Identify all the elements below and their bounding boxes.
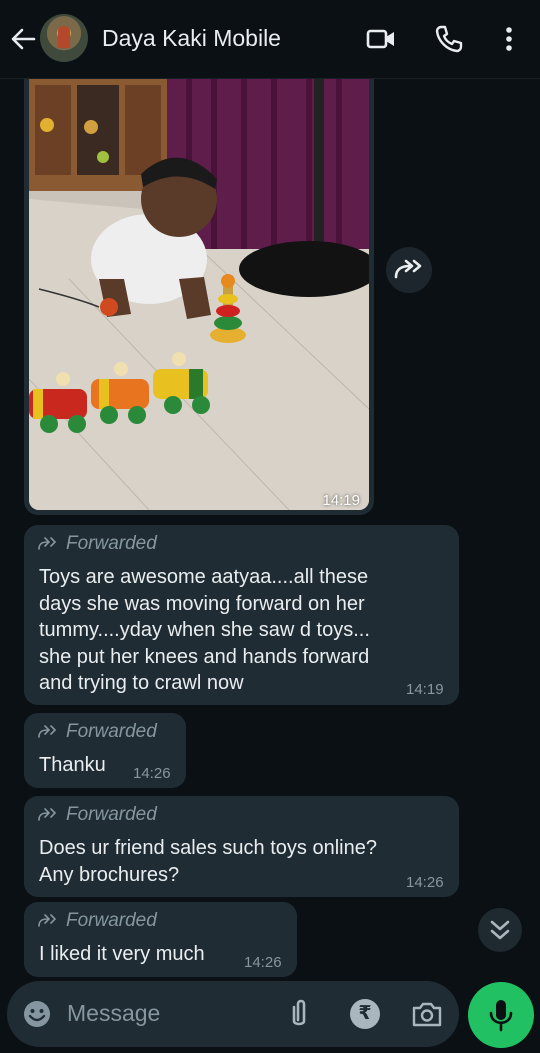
forwarded-icon — [38, 725, 57, 738]
message-time: 14:19 — [406, 681, 444, 698]
message-input[interactable]: Message — [67, 1000, 160, 1027]
emoji-icon[interactable] — [21, 998, 53, 1030]
contact-name[interactable]: Daya Kaki Mobile — [102, 25, 281, 52]
message-time: 14:19 — [322, 492, 360, 509]
arrow-left-icon[interactable] — [8, 24, 38, 54]
mic-icon — [489, 1000, 513, 1032]
forwarded-label: Forwarded — [38, 533, 157, 555]
forwarded-label: Forwarded — [38, 910, 157, 932]
phone-icon[interactable] — [432, 22, 466, 56]
message-text: Thanku — [39, 754, 106, 776]
scroll-to-bottom-button[interactable] — [478, 908, 522, 952]
forwarded-label: Forwarded — [38, 721, 157, 743]
camera-icon[interactable] — [410, 998, 444, 1030]
chat-area[interactable]: 14:19 Forwarded Toys are awesome aatyaa.… — [0, 79, 540, 979]
chat-header: Daya Kaki Mobile — [0, 0, 540, 79]
forwarded-label: Forwarded — [38, 804, 157, 826]
rupee-icon[interactable]: ₹ — [350, 999, 380, 1029]
mic-button[interactable] — [468, 982, 534, 1048]
message-time: 14:26 — [133, 765, 171, 782]
forwarded-icon — [38, 808, 57, 821]
image-message[interactable]: 14:19 — [24, 79, 374, 515]
forwarded-icon — [38, 537, 57, 550]
message-bubble[interactable]: Forwarded I liked it very much 14:26 — [24, 902, 297, 977]
message-time: 14:26 — [406, 874, 444, 891]
forward-button[interactable] — [386, 247, 432, 293]
message-bubble[interactable]: Forwarded Toys are awesome aatyaa....all… — [24, 525, 459, 705]
avatar[interactable] — [40, 14, 88, 62]
more-vert-icon[interactable] — [492, 22, 526, 56]
message-text: Does ur friend sales such toys online? A… — [39, 837, 377, 886]
message-text: I liked it very much — [39, 943, 205, 965]
message-composer[interactable]: Message ₹ — [7, 981, 459, 1047]
message-time: 14:26 — [244, 954, 282, 971]
double-chevron-down-icon — [490, 920, 510, 940]
forward-icon — [394, 259, 422, 279]
video-call-icon[interactable] — [364, 22, 398, 56]
forwarded-icon — [38, 914, 57, 927]
message-bubble[interactable]: Forwarded Does ur friend sales such toys… — [24, 796, 459, 897]
message-bubble[interactable]: Forwarded Thanku 14:26 — [24, 713, 186, 788]
baby-photo[interactable] — [29, 79, 369, 510]
paperclip-icon[interactable] — [285, 997, 313, 1031]
message-text: Toys are awesome aatyaa....all these day… — [39, 566, 370, 694]
